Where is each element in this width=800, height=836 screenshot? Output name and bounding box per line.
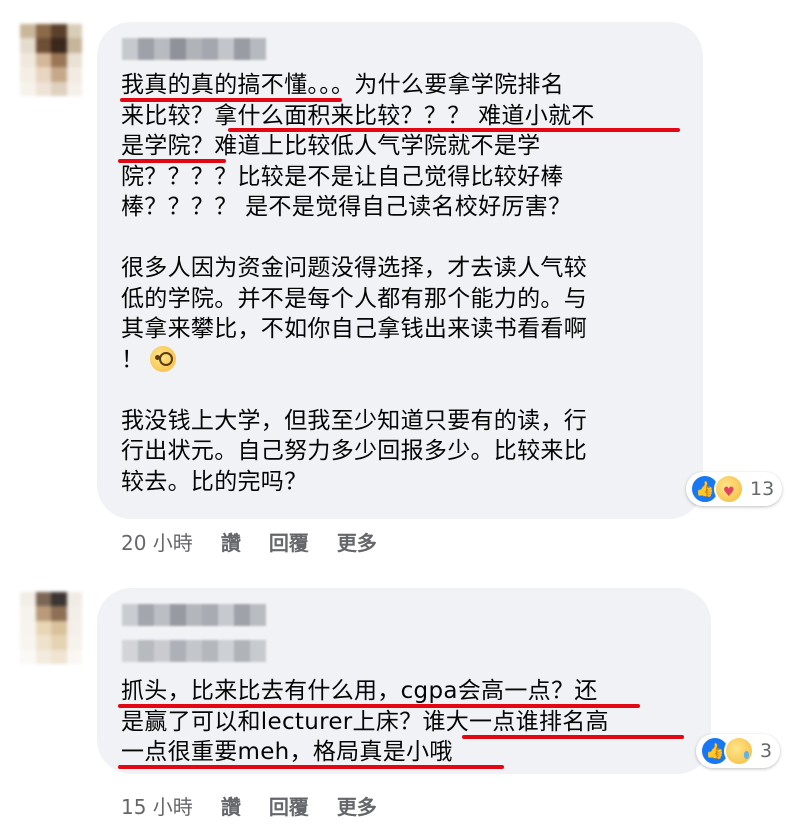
comment-line: 很多人因为资金问题没得选择，才去读人气较 [121,255,587,281]
comment-line: 较去。比的完吗？ [121,468,308,495]
timestamp[interactable]: 15 小時 [121,791,193,820]
comment-actions: 20 小時 讚 回覆 更多 [121,527,405,556]
comment-line: 行出状元。自己努力多少回报多少。比较来比 [121,438,587,464]
comment-line: 院？？？？比较是不是让自己觉得比较好棒 [121,163,564,190]
highlight-underline [118,704,640,708]
commenter-avatar[interactable] [20,24,82,96]
comment-line: ！ [121,346,145,373]
comment-line: 低的学院。并不是每个人都有那个能力的。与 [121,285,587,312]
care-icon [714,474,744,504]
comment-actions: 15 小時 讚 回覆 更多 [121,791,405,820]
highlight-underline [228,128,680,132]
comment-line: 我真的真的搞不懂。。。为什么要拿学院排名 [121,72,564,98]
reaction-summary[interactable]: 👍 3 [696,734,781,768]
comment-line: 棒？？？？ 是不是觉得自己读名校好厉害？ [121,194,572,220]
reply-button[interactable]: 回覆 [269,791,309,820]
highlight-underline [118,159,226,163]
comment-line: 我没钱上大学，但我至少知道只要有的读，行 [121,407,587,434]
highlight-underline [120,98,342,102]
commenter-name[interactable] [122,38,266,60]
reaction-summary[interactable]: 👍 13 [686,472,783,506]
comment-line: 来比较？拿什么面积来比较？？？ 难道小就不 [121,102,595,129]
reaction-count: 13 [750,478,775,500]
highlight-underline [118,765,504,769]
comment-line: 是赢了可以和lecturer上床？谁大一点谁排名高 [121,708,609,735]
comment-line: 是学院？难道上比较低人气学院就不是学 [121,133,541,159]
comment-line: 一点很重要meh，格局真是小哦 [121,739,453,765]
timestamp[interactable]: 20 小時 [121,527,193,556]
comment-line: 抓头，比来比去有什么用，cgpa会高一点？还 [121,678,598,704]
highlight-underline [462,735,684,739]
more-button[interactable]: 更多 [337,527,377,556]
reply-button[interactable]: 回覆 [269,527,309,556]
reaction-count: 3 [760,740,773,762]
more-button[interactable]: 更多 [337,791,377,820]
commenter-name[interactable] [122,604,266,626]
comment-text: 抓头，比来比去有什么用，cgpa会高一点？还 是赢了可以和lecturer上床？… [121,676,609,768]
monocle-face-emoji-icon [150,345,177,372]
commenter-name-line2 [122,640,266,662]
comment-line: 其拿来攀比，不如你自己拿钱出来读书看看啊 [121,316,587,342]
comment-text: 我真的真的搞不懂。。。为什么要拿学院排名 来比较？拿什么面积来比较？？？ 难道小… [121,70,595,497]
sad-icon [724,736,754,766]
commenter-avatar[interactable] [20,592,82,664]
like-button[interactable]: 讚 [221,791,241,820]
like-button[interactable]: 讚 [221,527,241,556]
